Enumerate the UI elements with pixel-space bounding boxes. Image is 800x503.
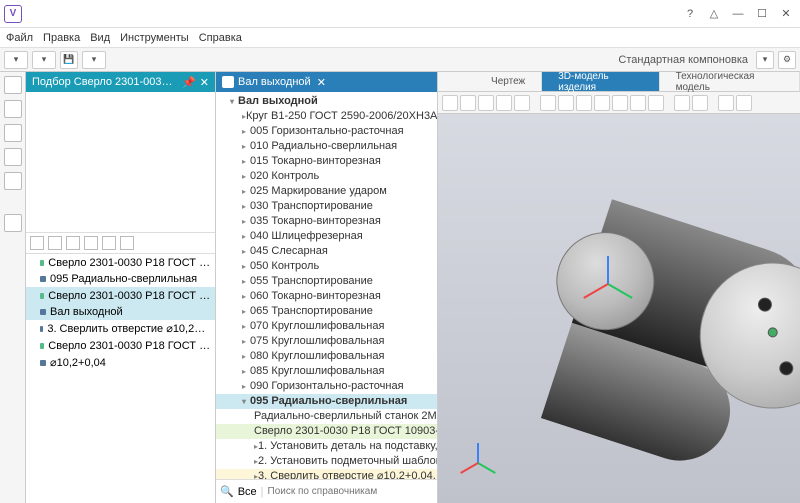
panel1-item[interactable]: Вал выходной xyxy=(26,304,215,320)
viewer-tab-tech[interactable]: Технологическая модель xyxy=(660,72,800,91)
panel1-item[interactable]: 3. Сверлить отверстие ⌀10,2+0,04, выдерж… xyxy=(26,320,215,337)
p1-tool-2[interactable] xyxy=(48,236,62,250)
save-button[interactable]: 💾 xyxy=(60,51,78,69)
view-gizmo[interactable] xyxy=(458,443,498,483)
menu-edit[interactable]: Правка xyxy=(43,32,80,44)
tree-node[interactable]: ▸070 Круглошлифовальная xyxy=(216,319,437,334)
tree-node[interactable]: ▸005 Горизонтально-расточная xyxy=(216,124,437,139)
vt-text[interactable] xyxy=(718,95,734,111)
vt-redo[interactable] xyxy=(460,95,476,111)
search-icon[interactable]: 🔍 xyxy=(220,485,234,498)
vt-zoomwin[interactable] xyxy=(594,95,610,111)
app-logo: V xyxy=(4,5,22,23)
tree-node[interactable]: ▸055 Транспортирование xyxy=(216,274,437,289)
tree-node[interactable]: ▸015 Токарно-винторезная xyxy=(216,154,437,169)
layout-label: Стандартная компоновка xyxy=(618,54,748,66)
close-button[interactable]: ✕ xyxy=(776,4,796,24)
vt-3[interactable] xyxy=(478,95,494,111)
tree-node[interactable]: ▸065 Транспортирование xyxy=(216,304,437,319)
tree-node[interactable]: ▸080 Круглошлифовальная xyxy=(216,349,437,364)
p1-tool-4[interactable] xyxy=(84,236,98,250)
new-button[interactable]: ▾ xyxy=(4,51,28,69)
panel1-item[interactable]: Сверло 2301-0030 Р18 ГОСТ 10903-77 ⌀10,2 xyxy=(26,254,215,271)
vt-5[interactable] xyxy=(514,95,530,111)
tree-node[interactable]: ▸010 Радиально-сверлильная xyxy=(216,139,437,154)
panel1-item[interactable]: 095 Радиально-сверлильная xyxy=(26,271,215,287)
vt-undo[interactable] xyxy=(442,95,458,111)
tree-node[interactable]: ▸090 Горизонтально-расточная xyxy=(216,379,437,394)
open-button[interactable]: ▾ xyxy=(32,51,56,69)
settings-button[interactable]: ⚙ xyxy=(778,51,796,69)
panel2-tab-title: Вал выходной xyxy=(238,76,311,88)
panel1-tab-title: Подбор Сверло 2301-0030 Р18 ГОСТ 10903-7… xyxy=(32,76,178,88)
print-button[interactable]: ▾ xyxy=(82,51,106,69)
search-scope[interactable]: Все xyxy=(238,486,257,498)
tree-node[interactable]: ▾Вал выходной xyxy=(216,94,437,109)
tree-node[interactable]: ▸1. Установить деталь на подставку, выст… xyxy=(216,439,437,454)
vt-16[interactable] xyxy=(736,95,752,111)
tree-node[interactable]: ▸3. Сверлить отверстие ⌀10,2+0,04, выдер… xyxy=(216,469,437,479)
vt-12[interactable] xyxy=(648,95,664,111)
vt-10[interactable] xyxy=(612,95,628,111)
viewer-tab-drawing[interactable]: Чертеж xyxy=(475,72,542,91)
sidebar-icon-2[interactable] xyxy=(4,100,22,118)
user-button[interactable]: △ xyxy=(704,4,724,24)
vt-zoomin[interactable] xyxy=(558,95,574,111)
panel1-item[interactable]: Сверло 2301-0030 Р18 ГОСТ 10903-77 ⌀10,2 xyxy=(26,337,215,354)
tree-node[interactable]: ▸040 Шлицефрезерная xyxy=(216,229,437,244)
viewer-tab-3dmodel[interactable]: 3D-модель изделия xyxy=(542,72,659,91)
sidebar-icon-1[interactable] xyxy=(4,76,22,94)
tree-node[interactable]: ▸075 Круглошлифовальная xyxy=(216,334,437,349)
sidebar-icon-4[interactable] xyxy=(4,148,22,166)
tree-node[interactable]: Радиально-сверлильный станок 2М57 xyxy=(216,409,437,424)
maximize-button[interactable]: ☐ xyxy=(752,4,772,24)
menu-file[interactable]: Файл xyxy=(6,32,33,44)
menu-tools[interactable]: Инструменты xyxy=(120,32,189,44)
vt-4[interactable] xyxy=(496,95,512,111)
p1-tool-6[interactable] xyxy=(120,236,134,250)
tree-node[interactable]: ▸035 Токарно-винторезная xyxy=(216,214,437,229)
panel1-pin-icon[interactable]: 📌 xyxy=(182,76,196,89)
p1-tool-3[interactable] xyxy=(66,236,80,250)
tree-node[interactable]: ▸045 Слесарная xyxy=(216,244,437,259)
tree-node[interactable]: ▾095 Радиально-сверлильная xyxy=(216,394,437,409)
search-input[interactable] xyxy=(268,486,433,497)
minimize-button[interactable]: — xyxy=(728,4,748,24)
panel1-close-icon[interactable]: ✕ xyxy=(200,76,209,89)
vt-zoomout[interactable] xyxy=(576,95,592,111)
panel1-item[interactable]: ⌀10,2+0,04 xyxy=(26,354,215,371)
sidebar-icon-3[interactable] xyxy=(4,124,22,142)
vt-11[interactable] xyxy=(630,95,646,111)
3d-viewport[interactable] xyxy=(438,114,800,503)
panel1-item[interactable]: Сверло 2301-0030 Р18 ГОСТ 10903-77 ⌀10,2 xyxy=(26,287,215,304)
doc-icon xyxy=(222,76,234,88)
tree-node[interactable]: ▸2. Установить подметочный шаблон в паз … xyxy=(216,454,437,469)
layout-dropdown[interactable]: ▾ xyxy=(756,51,774,69)
vt-render[interactable] xyxy=(674,95,690,111)
vt-zoomfit[interactable] xyxy=(540,95,556,111)
tree-node[interactable]: ▸020 Контроль xyxy=(216,169,437,184)
origin-gizmo xyxy=(588,264,628,304)
tree-node[interactable]: ▸085 Круглошлифовальная xyxy=(216,364,437,379)
menu-help[interactable]: Справка xyxy=(199,32,242,44)
panel2-tab-close-icon[interactable]: ✕ xyxy=(317,76,326,89)
tree-node[interactable]: ▸025 Маркирование ударом xyxy=(216,184,437,199)
tree-node[interactable]: ▸050 Контроль xyxy=(216,259,437,274)
help-button[interactable]: ? xyxy=(680,4,700,24)
tree-node[interactable]: Сверло 2301-0030 Р18 ГОСТ 10903-77 ⌀10,2 xyxy=(216,424,437,439)
sidebar-icon-6[interactable] xyxy=(4,214,22,232)
tree-node[interactable]: ▸030 Транспортирование xyxy=(216,199,437,214)
tree-node[interactable]: ▸Круг В1-250 ГОСТ 2590-2006/20ХН3А-2ГП-Т… xyxy=(216,109,437,124)
vt-14[interactable] xyxy=(692,95,708,111)
tree-node[interactable]: ▸060 Токарно-винторезная xyxy=(216,289,437,304)
sidebar-icon-5[interactable] xyxy=(4,172,22,190)
p1-tool-1[interactable] xyxy=(30,236,44,250)
menu-view[interactable]: Вид xyxy=(90,32,110,44)
p1-tool-5[interactable] xyxy=(102,236,116,250)
